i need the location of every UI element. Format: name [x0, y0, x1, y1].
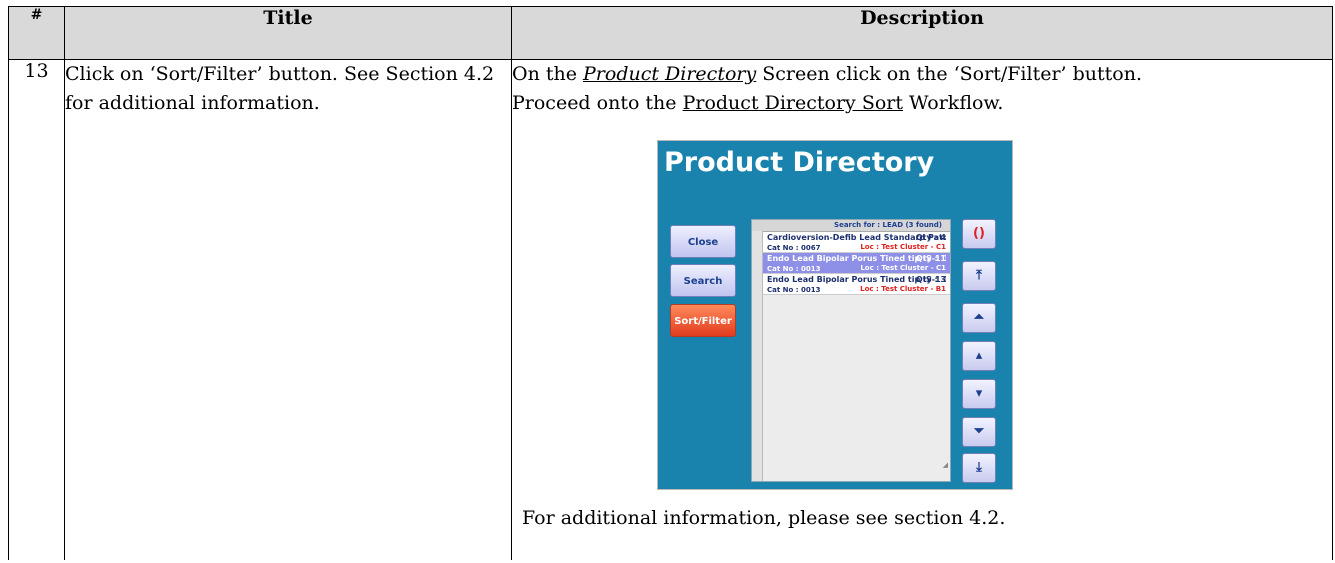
- page-up-icon[interactable]: ⏶: [962, 303, 996, 333]
- description-footer: For additional information, please see s…: [522, 507, 1006, 529]
- refresh-icon[interactable]: (): [962, 219, 996, 249]
- header-description: Description: [511, 6, 1333, 60]
- up-icon[interactable]: ▴: [962, 341, 996, 371]
- product-directory-screenshot: Product Directory Close Search Sort/Filt…: [657, 140, 1013, 490]
- list-item-selected[interactable]: Endo Lead Bipolar Porus Tined tip IS-1 1…: [763, 253, 950, 274]
- close-button[interactable]: Close: [670, 225, 736, 258]
- item-loc: Loc : Test Cluster - C1: [860, 264, 946, 272]
- resize-grip-icon[interactable]: ◢: [943, 451, 948, 480]
- desc-text: Screen click on the ‘Sort/Filter’ button…: [756, 63, 1142, 85]
- row-description: On the Product Directory Screen click on…: [511, 59, 1333, 560]
- item-loc: Loc : Test Cluster - B1: [860, 285, 946, 293]
- item-loc: Loc : Test Cluster - C1: [860, 243, 946, 251]
- description-line-2: Proceed onto the Product Directory Sort …: [512, 89, 1332, 118]
- header-number: #: [8, 6, 65, 60]
- product-list[interactable]: Search for : LEAD (3 found) Cardioversio…: [751, 219, 951, 482]
- row-title: Click on ‘Sort/Filter’ button. See Secti…: [64, 59, 512, 560]
- row-number: 13: [8, 59, 65, 560]
- row-selector-gutter: [752, 231, 763, 481]
- description-line-1: On the Product Directory Screen click on…: [512, 60, 1332, 89]
- last-page-icon[interactable]: ⤓: [962, 453, 996, 483]
- sort-workflow-ref: Product Directory Sort: [682, 92, 903, 114]
- header-title: Title: [64, 6, 512, 60]
- search-button[interactable]: Search: [670, 264, 736, 297]
- desc-text: Workflow.: [903, 92, 1004, 114]
- page-down-icon[interactable]: ⏷: [962, 417, 996, 447]
- down-icon[interactable]: ▾: [962, 379, 996, 409]
- desc-text: On the: [512, 63, 584, 85]
- app-title: Product Directory: [664, 147, 935, 178]
- procedure-table: # Title Description 13 Click on ‘Sort/Fi…: [8, 6, 1333, 560]
- desc-text: Proceed onto the: [512, 92, 683, 114]
- product-directory-ref: Product Directory: [583, 63, 757, 85]
- first-page-icon[interactable]: ⤒: [962, 261, 996, 291]
- sort-filter-button[interactable]: Sort/Filter: [670, 304, 736, 337]
- list-item[interactable]: Cardioversion-Defib Lead Standard Patch …: [763, 232, 950, 253]
- list-item[interactable]: Endo Lead Bipolar Porus Tined tip IS-1 1…: [763, 274, 950, 295]
- list-header: Search for : LEAD (3 found): [752, 220, 950, 232]
